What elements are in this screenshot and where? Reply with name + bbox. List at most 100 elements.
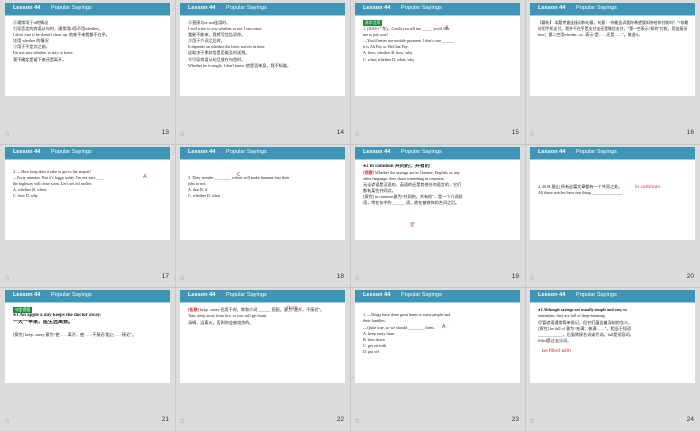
slide-thumbnail-14[interactable]: Lesson 44 Popular Sayings ②直接与or not连用时。…	[175, 0, 350, 144]
slide-thumbnail-23[interactable]: Lesson 44 Popular Sayings 1. —Drugs have…	[350, 287, 525, 431]
text-line: 一天一苹果，医生远离我。	[13, 319, 74, 325]
text-line: C. how D. why	[13, 193, 38, 199]
slide-footer: ☆ 16	[525, 124, 700, 143]
slide-body: 句型透视 ●1 An apple a day keeps the doctor …	[13, 307, 165, 337]
observe-tag: [观察]	[363, 169, 374, 175]
answer-mark: 定	[410, 222, 415, 228]
slide-number: 23	[511, 416, 519, 424]
slide-footer: ☆ 17	[0, 268, 175, 287]
slide-body: 易学活用 1. (2018·广东)—Could you tell me ____…	[363, 20, 515, 63]
topic-label: Popular Sayings	[226, 5, 267, 11]
topic-label: Popular Sayings	[576, 5, 617, 11]
slide-number: 15	[511, 129, 519, 136]
slide-header: Lesson 44 Popular Sayings	[355, 146, 520, 160]
slide-header: Lesson 44 Popular Sayings	[180, 146, 345, 160]
slide-body: ●2 in common 共同的；共有的 [观察] Whether the sa…	[363, 164, 515, 207]
slide-canvas: Lesson 44 Popular Sayings ●2 in common 共…	[355, 146, 520, 240]
lesson-label: Lesson 44	[538, 292, 566, 299]
slide-footer: ☆ 24	[525, 411, 700, 430]
slide-body: [拓展] keep...away 还用于时，常和介词 ______ 搭配，意为“…	[188, 307, 340, 325]
slide-header: Lesson 44 Popular Sayings	[5, 146, 170, 160]
slide-thumbnail-17[interactable]: Lesson 44 Popular Sayings 2. —How long d…	[0, 144, 175, 288]
answer-mark: be filled with	[542, 349, 571, 355]
slide-grid: Lesson 44 Popular Sayings ②通常用于if的情况 引导否…	[0, 0, 700, 431]
slide-thumbnail-18[interactable]: Lesson 44 Popular Sayings 3. They wonder…	[175, 144, 350, 288]
star-icon[interactable]: ☆	[4, 130, 10, 138]
lesson-label: Lesson 44	[363, 148, 391, 155]
slide-canvas: Lesson 44 Popular Sayings 1. —Drugs have…	[355, 290, 520, 384]
text-line: filled是过去分词。	[538, 337, 572, 343]
text-line: Whether the sayings are in Chinese, Engl…	[374, 169, 460, 175]
slide-header: Lesson 44 Popular Sayings	[180, 3, 345, 16]
answer-mark: A	[442, 324, 446, 331]
lesson-label: Lesson 44	[13, 148, 41, 155]
slide-header: Lesson 44 Popular Sayings	[530, 3, 695, 16]
lesson-label: Lesson 44	[13, 292, 41, 299]
text-line: keep...away 还用于时，常和介词 ______ 搭配，意为“避开，不接…	[199, 307, 325, 313]
slide-footer: ☆ 21	[0, 411, 175, 430]
text-line: [探究] keep...away 意为“使……离开，使……不接近/阻止……接近”…	[13, 331, 137, 337]
lesson-label: Lesson 44	[538, 148, 566, 155]
slide-header: Lesson 44 Popular Sayings	[355, 3, 520, 16]
explanation-text: 【解析】 本题考查连接词和句意。句意：“你能告诉我你希望我如何给你付款吗？”“你…	[538, 21, 689, 37]
slide-thumbnail-16[interactable]: Lesson 44 Popular Sayings 【解析】 本题考查连接词和句…	[525, 0, 700, 144]
star-icon[interactable]: ☆	[529, 417, 535, 425]
extend-tag: [拓展]	[188, 307, 199, 313]
slide-footer: ☆ 18	[175, 268, 350, 287]
star-icon[interactable]: ☆	[354, 417, 360, 425]
star-icon[interactable]: ☆	[179, 417, 185, 425]
star-icon[interactable]: ☆	[4, 274, 10, 282]
slide-number: 21	[161, 416, 169, 424]
star-icon[interactable]: ☆	[179, 130, 185, 138]
slide-thumbnail-15[interactable]: Lesson 44 Popular Sayings 易学活用 1. (2018·…	[350, 0, 525, 144]
slide-header: Lesson 44 Popular Sayings	[530, 146, 695, 160]
topic-label: Popular Sayings	[576, 148, 617, 155]
star-icon[interactable]: ☆	[529, 130, 535, 138]
answer-mark: A	[143, 173, 147, 180]
slide-number: 18	[336, 272, 344, 280]
text-line: 我不确定是留下来还是离开。	[13, 56, 67, 62]
slide-body: 【解析】 本题考查连接词和句意。句意：“你能告诉我你希望我如何给你付款吗？”“你…	[538, 20, 690, 38]
slide-footer: ☆ 20	[525, 268, 700, 287]
slide-thumbnail-20[interactable]: Lesson 44 Popular Sayings 2. 2018·眉山 所有这…	[525, 144, 700, 288]
lesson-label: Lesson 44	[363, 292, 391, 299]
topic-label: Popular Sayings	[576, 292, 617, 299]
star-icon[interactable]: ☆	[179, 274, 185, 282]
answer-mark: C	[237, 171, 241, 178]
slide-canvas: Lesson 44 Popular Sayings 【解析】 本题考查连接词和句…	[530, 3, 695, 96]
topic-label: Popular Sayings	[51, 148, 92, 155]
slide-header: Lesson 44 Popular Sayings	[5, 3, 170, 16]
slide-thumbnail-13[interactable]: Lesson 44 Popular Sayings ②通常用于if的情况 引导否…	[0, 0, 175, 144]
topic-label: Popular Sayings	[401, 292, 442, 299]
lesson-label: Lesson 44	[188, 5, 216, 11]
text-line: D. put off	[363, 348, 379, 354]
topic-label: Popular Sayings	[401, 5, 442, 11]
star-icon[interactable]: ☆	[354, 274, 360, 282]
slide-number: 14	[336, 129, 344, 136]
slide-canvas: Lesson 44 Popular Sayings 2. 2018·眉山 所有这…	[530, 146, 695, 240]
topic-label: Popular Sayings	[401, 148, 442, 155]
slide-thumbnail-21[interactable]: Lesson 44 Popular Sayings 句型透视 ●1 An app…	[0, 287, 175, 431]
slide-number: 17	[161, 272, 169, 280]
slide-header: Lesson 44 Popular Sayings	[530, 290, 695, 304]
text-line: All these articles have one thing ______…	[538, 189, 624, 195]
answer-mark: in common	[635, 184, 661, 190]
slide-thumbnail-24[interactable]: Lesson 44 Popular Sayings ●2 Although sa…	[525, 287, 700, 431]
star-icon[interactable]: ☆	[354, 130, 360, 138]
slide-number: 13	[161, 129, 169, 136]
slide-thumbnail-19[interactable]: Lesson 44 Popular Sayings ●2 in common 共…	[350, 144, 525, 288]
text-line: C. whether D. what	[188, 192, 220, 198]
answer-mark: A	[445, 25, 449, 31]
star-icon[interactable]: ☆	[529, 274, 535, 282]
slide-body: 3. They wonder ________ robots will make…	[188, 175, 340, 199]
slide-footer: ☆ 15	[350, 124, 525, 143]
star-icon[interactable]: ☆	[4, 417, 10, 425]
slide-footer: ☆ 19	[350, 268, 525, 287]
topic-label: Popular Sayings	[226, 292, 267, 299]
slide-body: ②通常用于if的情况 引导否定的宾语从句时，通常用if而不用whether。 I…	[13, 20, 165, 63]
slide-thumbnail-22[interactable]: Lesson 44 Popular Sayings [拓展] keep...aw…	[175, 287, 350, 431]
slide-footer: ☆ 22	[175, 411, 350, 430]
section-tag: 句型透视	[13, 307, 33, 313]
slide-footer: ☆ 23	[350, 411, 525, 430]
slide-canvas: Lesson 44 Popular Sayings ●2 Although sa…	[530, 290, 695, 384]
